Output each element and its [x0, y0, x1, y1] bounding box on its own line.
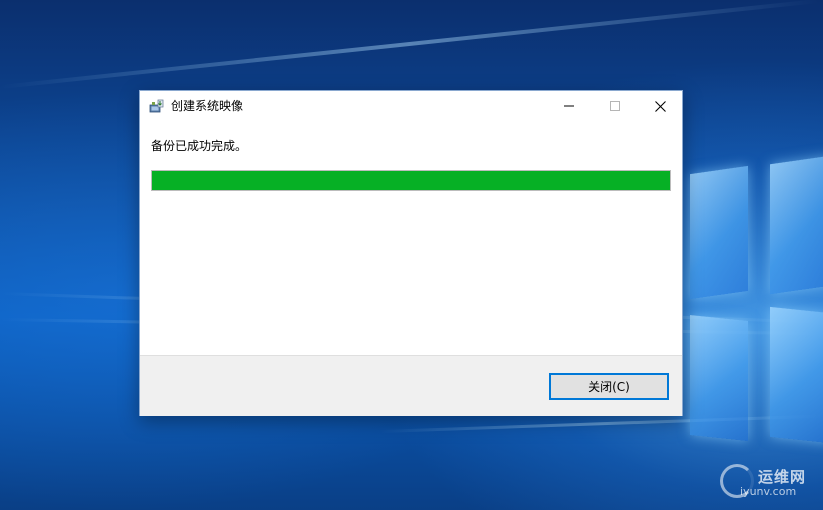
- dialog-footer: 关闭(C): [140, 355, 682, 416]
- progress-bar-fill: [152, 171, 670, 190]
- progress-bar: [151, 170, 671, 191]
- maximize-button[interactable]: [592, 91, 638, 121]
- minimize-icon: [564, 105, 574, 107]
- windows-logo-pane: [690, 314, 748, 442]
- windows-logo-pane: [770, 155, 823, 295]
- windows-logo: [690, 150, 823, 480]
- watermark-text-en: iyunv.com: [740, 485, 797, 498]
- light-beam: [0, 0, 819, 89]
- window-title: 创建系统映像: [171, 99, 244, 113]
- site-watermark: 运维网 iyunv.com: [718, 462, 818, 506]
- desktop-background: 创建系统映像 备份已成功完成。 关闭(C) 运维网 iyunv.com: [0, 0, 823, 510]
- maximize-icon: [610, 101, 620, 111]
- close-window-button[interactable]: [637, 91, 683, 121]
- status-message: 备份已成功完成。: [151, 139, 248, 153]
- close-icon: [654, 100, 666, 112]
- title-bar[interactable]: 创建系统映像: [140, 91, 682, 121]
- watermark-text-cn: 运维网: [758, 468, 807, 486]
- minimize-button[interactable]: [546, 91, 592, 121]
- system-image-backup-icon: [149, 98, 165, 114]
- windows-logo-pane: [690, 165, 748, 300]
- close-button[interactable]: 关闭(C): [549, 373, 669, 400]
- system-image-dialog: 创建系统映像 备份已成功完成。 关闭(C): [139, 90, 683, 416]
- windows-logo-pane: [770, 306, 823, 444]
